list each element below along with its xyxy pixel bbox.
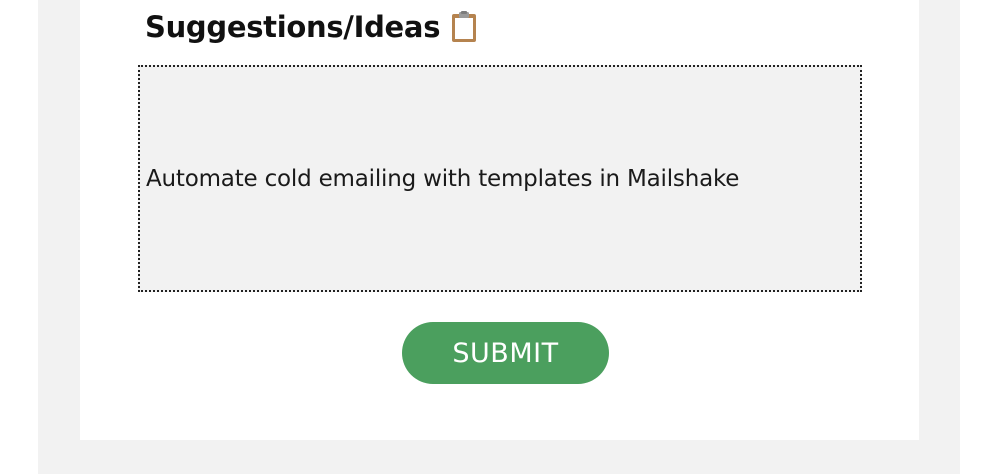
suggestions-label: Suggestions/Ideas	[145, 8, 478, 46]
suggestions-textarea[interactable]: Automate cold emailing with templates in…	[138, 65, 862, 292]
submit-button[interactable]: SUBMIT	[402, 322, 609, 384]
suggestions-textarea-value: Automate cold emailing with templates in…	[146, 165, 740, 192]
suggestions-label-text: Suggestions/Ideas	[145, 10, 441, 44]
clipboard-icon	[450, 11, 478, 43]
